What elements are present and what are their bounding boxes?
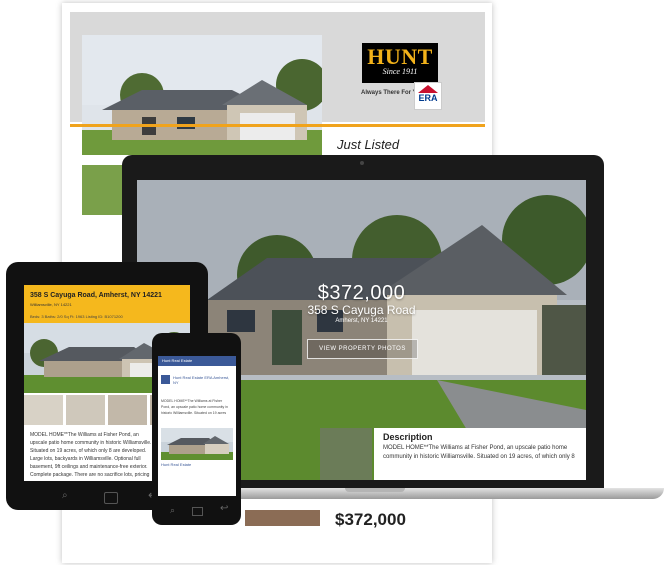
flyer-lawn-photo: [82, 165, 122, 215]
search-icon[interactable]: ⌕: [62, 490, 68, 501]
description-body: MODEL HOME**The Williams at Fisher Pond,…: [383, 445, 575, 460]
flyer-house-photo: [82, 35, 322, 155]
thumbnail[interactable]: [108, 395, 147, 425]
era-logo: ERA: [414, 82, 442, 110]
tablet-description: MODEL HOME**The Williams at Fisher Pond,…: [30, 432, 152, 478]
thumbnail[interactable]: [24, 395, 63, 425]
poster-name[interactable]: Hunt Real Estate ERA Amherst, NY: [173, 375, 233, 385]
description-title: Description: [383, 432, 433, 442]
era-roof-icon: [418, 85, 438, 93]
post-text: MODEL HOME**The Williams at Fisher Pond,…: [161, 399, 228, 415]
brand-name: HUNT: [367, 44, 433, 69]
facebook-bar-title: Hunt Real Estate: [162, 358, 193, 363]
tablet-address: 358 S Cayuga Road, Amherst, NY 14221: [30, 292, 162, 299]
hunt-logo: HUNT Since 1911: [362, 43, 438, 83]
flyer-accent-line: [70, 124, 485, 127]
laptop-notch: [345, 488, 405, 492]
tablet-city: Williamsville, NY 14221: [30, 302, 72, 307]
post-image[interactable]: [161, 428, 233, 460]
home-icon[interactable]: [104, 492, 118, 504]
back-icon[interactable]: ↩: [220, 503, 228, 514]
avatar[interactable]: [161, 375, 170, 384]
flyer-bottom-photo: [245, 510, 320, 526]
era-text: ERA: [418, 93, 438, 103]
home-icon[interactable]: [192, 507, 203, 516]
post-caption[interactable]: Hunt Real Estate: [161, 462, 191, 467]
just-listed-heading: Just Listed: [337, 137, 400, 152]
search-icon[interactable]: ⌕: [170, 505, 175, 516]
description-photo: [320, 428, 372, 480]
camera-icon: [360, 161, 364, 165]
flyer-price: $372,000: [335, 510, 406, 529]
view-photos-button[interactable]: VIEW PROPERTY PHOTOS: [307, 339, 418, 359]
tablet-stats: Beds: 3 Baths: 2/0 Sq Ft: 1963 Listing I…: [30, 314, 123, 319]
thumbnail[interactable]: [66, 395, 105, 425]
